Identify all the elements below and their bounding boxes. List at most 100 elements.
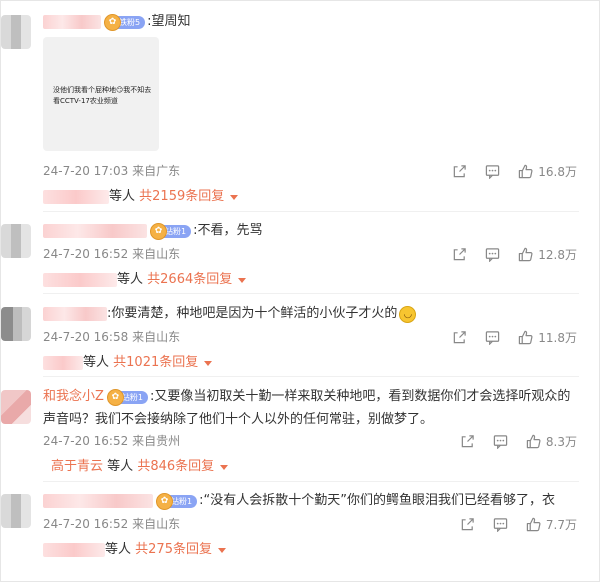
- replies-summary[interactable]: 等人 共275条回复: [43, 539, 226, 561]
- comment-button[interactable]: [493, 517, 508, 532]
- avatar[interactable]: [1, 390, 31, 424]
- fan-badge-icon: ✿: [104, 13, 121, 31]
- share-button[interactable]: [452, 330, 467, 345]
- fan-badge-icon: ✿: [156, 492, 173, 510]
- expand-caret-icon[interactable]: [220, 464, 229, 470]
- comment-time: 24-7-20 16:52: [43, 434, 129, 448]
- comment-meta: 24-7-20 16:52 来自山东: [43, 514, 180, 534]
- username-redacted[interactable]: [43, 307, 107, 321]
- comment-button[interactable]: [485, 247, 500, 262]
- username-redacted[interactable]: [43, 494, 153, 508]
- comment-meta: 24-7-20 17:03 来自广东: [43, 161, 180, 181]
- reply-user[interactable]: 高于青云: [51, 459, 103, 474]
- fan-badge: ✿ 钻粉1: [150, 222, 192, 240]
- replies-count-link[interactable]: 共275条回复: [135, 542, 212, 557]
- replies-count-link[interactable]: 共1021条回复: [113, 355, 198, 370]
- avatar[interactable]: [1, 224, 31, 258]
- smile-emoji-icon: ◡: [399, 305, 417, 323]
- comment-time: 24-7-20 17:03: [43, 164, 129, 178]
- thumbs-up-icon: [526, 434, 541, 448]
- replies-summary[interactable]: 等人 共1021条回复: [43, 352, 213, 374]
- comment-time: 24-7-20 16:52: [43, 517, 129, 531]
- comment-location: 来自贵州: [132, 434, 181, 448]
- comment-location: 来自广东: [132, 164, 181, 178]
- fan-badge-label: 钻粉1: [121, 392, 143, 402]
- comment-header: :你要清楚，种地吧是因为十个鲜活的小伙子才火的 ◡: [43, 303, 417, 325]
- share-icon: [454, 164, 466, 177]
- username[interactable]: 和我念小Z: [43, 389, 104, 404]
- expand-caret-icon[interactable]: [204, 360, 213, 366]
- share-button[interactable]: [460, 517, 475, 532]
- replies-summary[interactable]: 等人 共2159条回复: [43, 186, 239, 208]
- comment-location: 来自山东: [132, 247, 181, 261]
- expand-caret-icon[interactable]: [230, 194, 239, 200]
- comment-actions: 12.8万: [434, 244, 577, 264]
- reply-suffix: 等人: [105, 542, 132, 557]
- comment-actions: 8.3万: [442, 431, 577, 451]
- like-count: 7.7万: [545, 517, 577, 532]
- avatar[interactable]: [1, 15, 31, 49]
- expand-caret-icon[interactable]: [238, 277, 247, 283]
- reply-suffix: 等人: [83, 355, 110, 370]
- comment-header: ✿ 钻粉1:“没有人会拆散十个勤天”你们的鳄鱼眼泪我们已经看够了，衣: [43, 490, 555, 512]
- fan-badge: ✿ 钻粉1: [106, 388, 148, 406]
- replies-count-link[interactable]: 共2159条回复: [139, 189, 224, 204]
- like-button[interactable]: 7.7万: [526, 516, 577, 533]
- share-icon: [454, 330, 466, 343]
- share-icon: [454, 247, 466, 260]
- like-button[interactable]: 11.8万: [518, 329, 577, 346]
- comment-icon: [493, 517, 508, 532]
- reply-user-redacted[interactable]: [43, 543, 105, 557]
- share-button[interactable]: [460, 434, 475, 449]
- comment-button[interactable]: [485, 330, 500, 345]
- reply-user-redacted[interactable]: [43, 356, 83, 370]
- share-button[interactable]: [452, 247, 467, 262]
- comment-location: 来自山东: [132, 517, 181, 531]
- fan-badge-label: 钻粉1: [165, 226, 187, 236]
- avatar[interactable]: [1, 494, 31, 528]
- like-button[interactable]: 16.8万: [518, 163, 577, 180]
- expand-caret-icon[interactable]: [217, 547, 226, 553]
- thumbs-up-icon: [526, 517, 541, 531]
- fan-badge: ✿ 铁粉5: [104, 13, 146, 31]
- comment-button[interactable]: [493, 434, 508, 449]
- replies-count-link[interactable]: 共846条回复: [137, 459, 214, 474]
- comment-text: :“没有人会拆散十个勤天”你们的鳄鱼眼泪我们已经看够了，衣: [199, 493, 555, 508]
- fan-badge-label: 钻粉1: [171, 496, 193, 506]
- thumbs-up-icon: [519, 164, 533, 178]
- like-count: 12.8万: [538, 247, 577, 262]
- username-redacted[interactable]: [43, 224, 147, 238]
- fan-badge-icon: ✿: [150, 222, 167, 240]
- reply-user-redacted[interactable]: [43, 273, 117, 287]
- comment-image[interactable]: 没他们我看个屁种地😏我不知去看CCTV-17农业频道: [43, 37, 159, 151]
- comment-icon: [486, 164, 500, 179]
- comment-body: 和我念小Z ✿ 钻粉1:又要像当初取关十勤一样来取关种地吧，看到数据你们才会选择听观…: [43, 386, 583, 431]
- share-button[interactable]: [452, 164, 467, 179]
- divider: [43, 481, 579, 482]
- comment-panel: ✿ 铁粉5:望周知 没他们我看个屁种地😏我不知去看CCTV-17农业频道 24-7…: [0, 0, 600, 582]
- comment-header: ✿ 钻粉1:不看，先骂: [43, 220, 262, 242]
- like-button[interactable]: 12.8万: [518, 246, 577, 263]
- divider: [43, 376, 579, 377]
- comment-actions: 16.8万: [434, 161, 577, 181]
- comment-meta: 24-7-20 16:52 来自山东: [43, 244, 180, 264]
- comment-actions: 7.7万: [442, 514, 577, 534]
- comment-text: :不看，先骂: [193, 223, 263, 238]
- comment-text: :望周知: [147, 14, 191, 29]
- replies-summary[interactable]: 高于青云 等人 共846条回复: [51, 456, 229, 478]
- like-button[interactable]: 8.3万: [526, 433, 577, 450]
- username-redacted[interactable]: [43, 15, 101, 29]
- fan-badge: ✿ 钻粉1: [156, 492, 198, 510]
- comment-actions: 11.8万: [434, 327, 577, 347]
- thumbs-up-icon: [519, 247, 533, 261]
- avatar[interactable]: [1, 307, 31, 341]
- comment-image-text: 没他们我看个屁种地😏我不知去看CCTV-17农业频道: [53, 86, 152, 105]
- reply-suffix: 等人: [109, 189, 136, 204]
- like-count: 11.8万: [538, 330, 577, 345]
- reply-user-redacted[interactable]: [43, 190, 109, 204]
- comment-button[interactable]: [485, 164, 500, 179]
- comment-time: 24-7-20 16:52: [43, 247, 129, 261]
- divider: [43, 293, 579, 294]
- replies-summary[interactable]: 等人 共2664条回复: [43, 269, 247, 291]
- replies-count-link[interactable]: 共2664条回复: [147, 272, 232, 287]
